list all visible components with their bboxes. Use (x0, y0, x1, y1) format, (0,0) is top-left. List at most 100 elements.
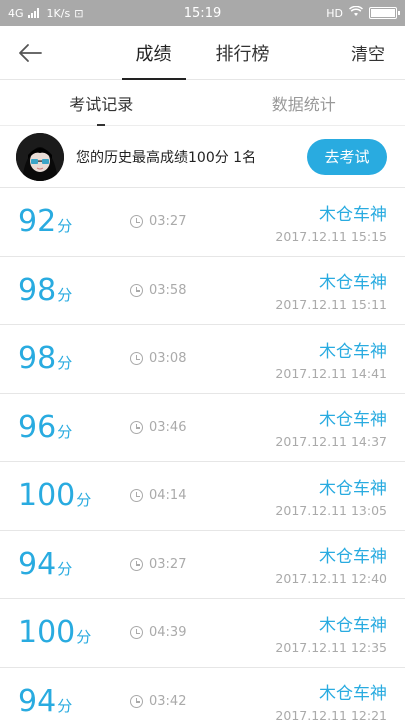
record-duration: 03:27 (130, 557, 186, 572)
record-score: 94 分 (18, 547, 130, 582)
clock-icon (130, 283, 143, 297)
clock-icon (130, 215, 143, 229)
score-unit: 分 (57, 422, 73, 441)
record-row[interactable]: 100 分 04:39 木仓车神 2017.12.11 12:35 (0, 599, 405, 668)
score-value: 100 (18, 478, 76, 514)
record-list: 92 分 03:27 木仓车神 2017.12.11 15:15 98 分 03:58 木仓车神… (0, 188, 405, 720)
record-meta: 木仓车神 2017.12.11 14:37 (275, 405, 387, 449)
clock-icon (130, 694, 143, 708)
record-user-name: 木仓车神 (319, 478, 387, 499)
score-unit: 分 (76, 491, 92, 510)
score-unit: 分 (57, 696, 73, 715)
record-datetime: 2017.12.11 12:21 (275, 708, 387, 720)
score-value: 98 (18, 272, 57, 308)
sub-tabs: 考试记录 数据统计 (0, 80, 405, 126)
status-right: HD (326, 5, 400, 20)
record-user-name: 木仓车神 (319, 204, 387, 225)
duration-value: 03:08 (149, 351, 187, 367)
top-navbar: 成绩 排行榜 清空 (0, 26, 405, 80)
clear-button[interactable]: 清空 (351, 40, 385, 65)
score-unit: 分 (76, 628, 92, 647)
signal-icon (27, 8, 39, 18)
record-datetime: 2017.12.11 14:37 (275, 434, 387, 450)
clock-icon (130, 489, 143, 503)
record-row[interactable]: 96 分 03:46 木仓车神 2017.12.11 14:37 (0, 394, 405, 462)
score-value: 92 (18, 204, 57, 240)
network-type: 4G (8, 6, 24, 20)
duration-value: 03:27 (149, 214, 187, 230)
record-meta: 木仓车神 2017.12.11 15:15 (275, 200, 387, 244)
record-duration: 03:58 (130, 283, 186, 298)
record-duration: 03:08 (130, 351, 186, 366)
best-score-text: 您的历史最高成绩100分 1名 (76, 149, 257, 166)
duration-value: 04:39 (149, 625, 187, 641)
record-score: 100 分 (18, 478, 130, 513)
record-score: 98 分 (18, 341, 130, 376)
score-value: 94 (18, 683, 57, 719)
battery-icon (369, 7, 400, 19)
clock-icon (130, 626, 143, 640)
main-tabs: 成绩 排行榜 (0, 26, 405, 80)
record-score: 98 分 (18, 273, 130, 308)
record-datetime: 2017.12.11 15:15 (275, 228, 387, 244)
record-score: 100 分 (18, 615, 130, 650)
record-score: 96 分 (18, 410, 130, 445)
score-unit: 分 (57, 217, 73, 236)
record-user-name: 木仓车神 (319, 615, 387, 636)
best-score-banner: 您的历史最高成绩100分 1名 去考试 (0, 126, 405, 188)
record-meta: 木仓车神 2017.12.11 15:11 (275, 268, 387, 312)
status-left: 4G 1K/s ⊡ (8, 7, 83, 20)
wifi-icon (348, 5, 364, 20)
avatar[interactable] (16, 132, 64, 181)
record-datetime: 2017.12.11 14:41 (275, 365, 387, 381)
score-unit: 分 (57, 354, 73, 373)
record-row[interactable]: 94 分 03:42 木仓车神 2017.12.11 12:21 (0, 668, 405, 720)
record-user-name: 木仓车神 (319, 684, 387, 705)
subtab-statistics[interactable]: 数据统计 (203, 80, 405, 125)
record-row[interactable]: 92 分 03:27 木仓车神 2017.12.11 15:15 (0, 188, 405, 257)
score-value: 100 (18, 615, 76, 651)
record-score: 94 分 (18, 684, 130, 719)
duration-value: 03:46 (149, 419, 187, 435)
record-duration: 04:14 (130, 488, 186, 503)
clock-icon (130, 557, 143, 571)
record-user-name: 木仓车神 (319, 547, 387, 568)
duration-value: 04:14 (149, 488, 187, 504)
record-duration: 03:46 (130, 420, 186, 435)
record-datetime: 2017.12.11 12:40 (275, 571, 387, 587)
score-unit: 分 (57, 559, 73, 578)
record-duration: 03:27 (130, 214, 186, 229)
record-duration: 03:42 (130, 694, 186, 709)
record-user-name: 木仓车神 (319, 410, 387, 431)
record-row[interactable]: 98 分 03:08 木仓车神 2017.12.11 14:41 (0, 325, 405, 394)
record-meta: 木仓车神 2017.12.11 13:05 (275, 474, 387, 518)
network-speed: 1K/s (46, 6, 71, 20)
go-exam-button[interactable]: 去考试 (307, 138, 387, 175)
record-row[interactable]: 94 分 03:27 木仓车神 2017.12.11 12:40 (0, 531, 405, 599)
clock-icon (130, 420, 143, 434)
tab-scores[interactable]: 成绩 (121, 26, 186, 80)
subtab-exam-records[interactable]: 考试记录 (0, 80, 203, 126)
duration-value: 03:58 (149, 282, 187, 298)
tab-leaderboard[interactable]: 排行榜 (214, 26, 272, 80)
record-datetime: 2017.12.11 15:11 (275, 297, 387, 313)
hd-badge: HD (326, 6, 343, 20)
score-value: 94 (18, 546, 57, 582)
clock-icon (130, 352, 143, 366)
record-meta: 木仓车神 2017.12.11 12:35 (275, 611, 387, 655)
record-meta: 木仓车神 2017.12.11 12:21 (275, 679, 387, 720)
record-user-name: 木仓车神 (319, 273, 387, 294)
duration-value: 03:42 (149, 693, 187, 709)
score-value: 96 (18, 409, 57, 445)
record-score: 92 分 (18, 204, 130, 239)
record-duration: 04:39 (130, 625, 186, 640)
status-bar: 4G 1K/s ⊡ 15:19 HD (0, 0, 405, 26)
record-row[interactable]: 98 分 03:58 木仓车神 2017.12.11 15:11 (0, 257, 405, 325)
record-datetime: 2017.12.11 13:05 (275, 502, 387, 518)
back-button[interactable] (0, 26, 60, 80)
record-row[interactable]: 100 分 04:14 木仓车神 2017.12.11 13:05 (0, 462, 405, 531)
notification-icon: ⊡ (74, 6, 84, 20)
duration-value: 03:27 (149, 556, 187, 572)
record-meta: 木仓车神 2017.12.11 12:40 (275, 542, 387, 586)
record-user-name: 木仓车神 (319, 341, 387, 362)
